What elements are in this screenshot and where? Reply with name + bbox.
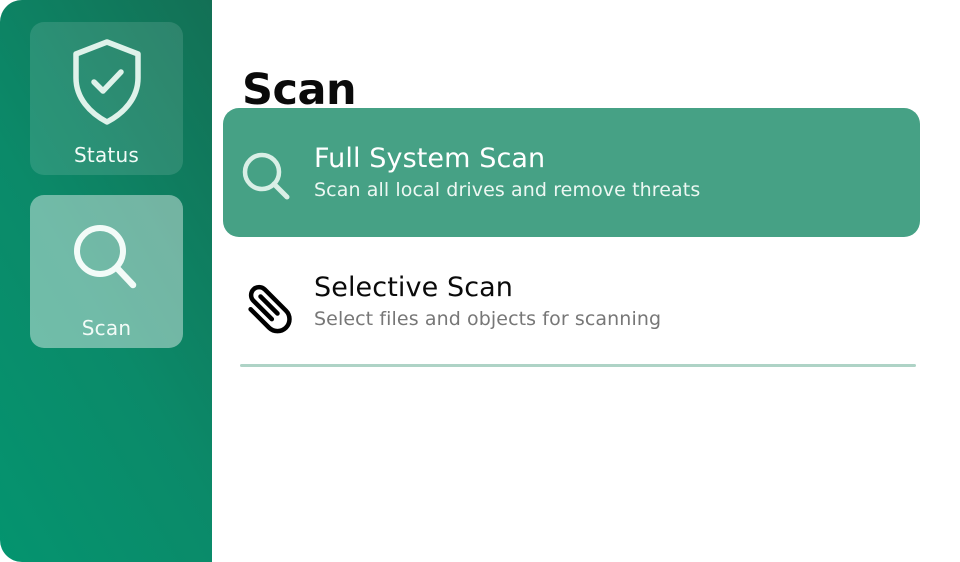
search-icon <box>30 209 183 293</box>
option-description: Scan all local drives and remove threats <box>314 179 701 201</box>
sidebar-item-label: Scan <box>81 316 132 340</box>
option-title: Selective Scan <box>314 272 514 303</box>
scan-window: Status Scan Scan Full System Scan Scan a… <box>0 0 960 562</box>
shield-check-icon <box>30 36 183 128</box>
selective-scan-option[interactable]: Selective Scan Select files and objects … <box>223 237 920 366</box>
sidebar-item-status[interactable]: Status <box>30 22 183 175</box>
option-title: Full System Scan <box>314 143 546 174</box>
search-icon <box>239 146 295 202</box>
divider <box>240 364 916 367</box>
sidebar-item-label: Status <box>74 143 139 167</box>
sidebar: Status Scan <box>0 0 212 562</box>
sidebar-item-scan[interactable]: Scan <box>30 195 183 348</box>
full-system-scan-option[interactable]: Full System Scan Scan all local drives a… <box>223 108 920 237</box>
option-description: Select files and objects for scanning <box>314 308 662 330</box>
paperclip-icon <box>239 275 295 334</box>
